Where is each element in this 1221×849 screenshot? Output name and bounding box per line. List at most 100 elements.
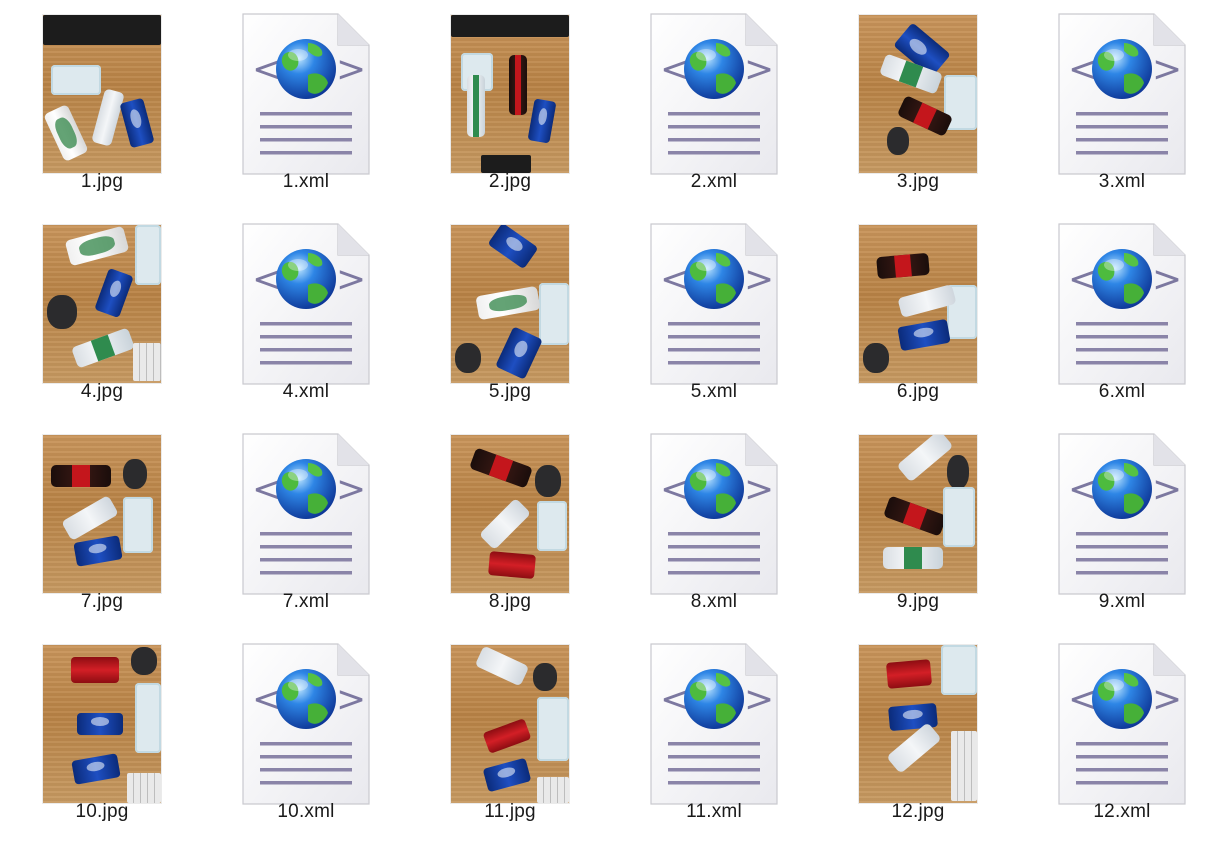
svg-text:>: > (744, 49, 774, 90)
image-thumbnail[interactable] (408, 644, 612, 804)
xml-globe-icon: < > (1058, 223, 1186, 385)
xml-document-icon: < > (242, 643, 370, 805)
image-thumbnail[interactable] (408, 434, 612, 594)
photo-object (876, 252, 930, 280)
file-icon[interactable]: < > (612, 433, 816, 595)
photo-preview (859, 15, 977, 173)
file-name-label: 11.jpg (484, 801, 536, 822)
image-thumbnail[interactable] (0, 644, 204, 804)
file-item[interactable]: < > 5.xml (612, 210, 816, 420)
file-item[interactable]: < > 1.xml (204, 0, 408, 210)
file-icon[interactable]: < > (204, 223, 408, 385)
file-name-label: 2.xml (690, 171, 738, 192)
file-icon[interactable]: < > (204, 643, 408, 805)
photo-object (123, 497, 153, 553)
photo-object (131, 647, 157, 675)
photo-preview (43, 15, 161, 173)
file-name-label: 2.jpg (488, 171, 532, 192)
svg-text:>: > (744, 679, 774, 720)
file-item[interactable]: 7.jpg (0, 420, 204, 630)
file-item[interactable]: < > 11.xml (612, 630, 816, 840)
photo-preview (451, 435, 569, 593)
file-name-label: 9.xml (1098, 591, 1146, 612)
file-item[interactable]: 11.jpg (408, 630, 612, 840)
file-icon[interactable]: < > (1020, 223, 1221, 385)
photo-preview (859, 645, 977, 803)
photo-preview (451, 15, 569, 173)
photo-object (537, 501, 567, 551)
photo-preview (859, 225, 977, 383)
photo-object (537, 697, 569, 761)
file-item[interactable]: < > 2.xml (612, 0, 816, 210)
file-icon[interactable]: < > (1020, 433, 1221, 595)
file-item[interactable]: 9.jpg (816, 420, 1020, 630)
file-name-label: 5.jpg (488, 381, 532, 402)
file-item[interactable]: 6.jpg (816, 210, 1020, 420)
file-item[interactable]: < > 6.xml (1020, 210, 1221, 420)
photo-object (943, 487, 975, 547)
file-item[interactable]: 12.jpg (816, 630, 1020, 840)
file-icon[interactable]: < > (612, 13, 816, 175)
xml-globe-icon: < > (650, 223, 778, 385)
file-icon[interactable]: < > (204, 13, 408, 175)
photo-object (51, 65, 101, 95)
file-name-label: 4.xml (282, 381, 330, 402)
file-item[interactable]: < > 7.xml (204, 420, 408, 630)
xml-document-icon: < > (650, 223, 778, 385)
file-name-label: 6.xml (1098, 381, 1146, 402)
photo-object (951, 731, 977, 801)
photo-object (539, 283, 569, 345)
file-item[interactable]: < > 9.xml (1020, 420, 1221, 630)
photo-object (43, 15, 161, 45)
xml-document-icon: < > (1058, 433, 1186, 595)
file-name-label: 3.jpg (896, 171, 940, 192)
image-thumbnail[interactable] (0, 434, 204, 594)
svg-text:>: > (1152, 259, 1182, 300)
image-thumbnail[interactable] (0, 14, 204, 174)
photo-preview (451, 225, 569, 383)
file-icon[interactable]: < > (204, 433, 408, 595)
image-thumbnail[interactable] (816, 14, 1020, 174)
file-icon[interactable]: < > (1020, 13, 1221, 175)
image-thumbnail[interactable] (408, 224, 612, 384)
photo-object (509, 55, 527, 115)
xml-globe-icon: < > (1058, 433, 1186, 595)
photo-object (71, 657, 119, 683)
file-item[interactable]: < > 3.xml (1020, 0, 1221, 210)
file-item[interactable]: 10.jpg (0, 630, 204, 840)
file-icon[interactable]: < > (1020, 643, 1221, 805)
image-thumbnail[interactable] (816, 434, 1020, 594)
svg-text:>: > (1152, 469, 1182, 510)
file-name-label: 7.jpg (80, 591, 124, 612)
file-item[interactable]: < > 12.xml (1020, 630, 1221, 840)
image-thumbnail[interactable] (816, 644, 1020, 804)
photo-object (488, 551, 536, 579)
image-thumbnail[interactable] (0, 224, 204, 384)
photo-object (51, 465, 111, 487)
file-item[interactable]: 1.jpg (0, 0, 204, 210)
xml-globe-icon: < > (1058, 643, 1186, 805)
file-item[interactable]: < > 4.xml (204, 210, 408, 420)
svg-text:>: > (336, 49, 366, 90)
svg-text:>: > (336, 679, 366, 720)
photo-object (127, 773, 161, 803)
photo-object (535, 465, 561, 497)
file-item[interactable]: < > 8.xml (612, 420, 816, 630)
image-thumbnail[interactable] (816, 224, 1020, 384)
file-item[interactable]: 4.jpg (0, 210, 204, 420)
file-name-label: 11.xml (686, 801, 742, 822)
xml-globe-icon: < > (650, 13, 778, 175)
file-item[interactable]: < > 10.xml (204, 630, 408, 840)
file-item[interactable]: 5.jpg (408, 210, 612, 420)
xml-document-icon: < > (242, 433, 370, 595)
image-thumbnail[interactable] (408, 14, 612, 174)
file-name-label: 1.jpg (80, 171, 124, 192)
file-item[interactable]: 2.jpg (408, 0, 612, 210)
file-icon[interactable]: < > (612, 223, 816, 385)
xml-globe-icon: < > (650, 643, 778, 805)
file-item[interactable]: 3.jpg (816, 0, 1020, 210)
file-icon[interactable]: < > (612, 643, 816, 805)
photo-object (47, 295, 77, 329)
file-name-label: 8.jpg (488, 591, 532, 612)
file-item[interactable]: 8.jpg (408, 420, 612, 630)
